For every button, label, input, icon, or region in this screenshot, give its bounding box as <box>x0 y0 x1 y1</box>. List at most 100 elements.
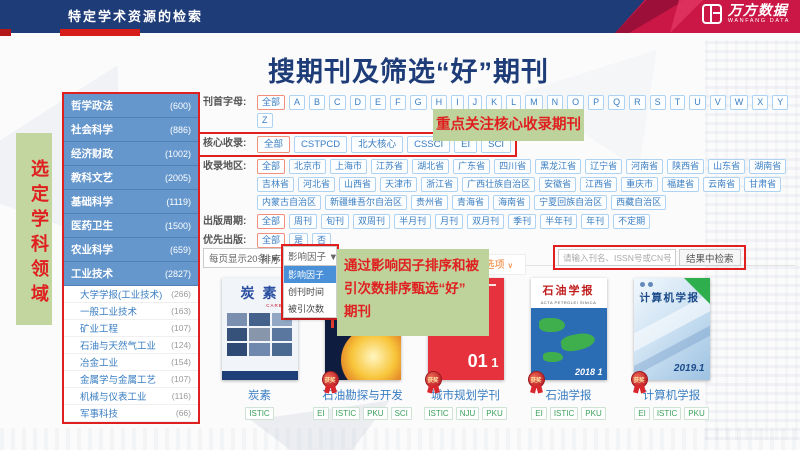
filter-option[interactable]: 天津市 <box>380 177 417 192</box>
sidebar-category[interactable]: 工业技术(2827) <box>64 262 198 286</box>
sidebar-subcategory[interactable]: 军事科技(66) <box>64 405 198 422</box>
sidebar-category[interactable]: 哲学政法(600) <box>64 94 198 118</box>
filter-option[interactable]: K <box>486 95 502 110</box>
filter-option[interactable]: T <box>670 95 686 110</box>
filter-option[interactable]: CSTPCD <box>294 136 347 153</box>
filter-option[interactable]: 北京市 <box>289 159 326 174</box>
sidebar-subcategory[interactable]: 机械与仪表工业(116) <box>64 388 198 405</box>
filter-option[interactable]: E <box>370 95 386 110</box>
filter-option[interactable]: 月刊 <box>435 214 463 229</box>
sort-menu-item[interactable]: 被引次数 <box>284 300 336 317</box>
filter-option[interactable]: 广东省 <box>453 159 490 174</box>
filter-option[interactable]: O <box>567 95 584 110</box>
filter-option[interactable]: J <box>468 95 483 110</box>
sidebar-category[interactable]: 教科文艺(2005) <box>64 166 198 190</box>
filter-option[interactable]: 河南省 <box>626 159 663 174</box>
filter-option[interactable]: 江西省 <box>580 177 617 192</box>
filter-option[interactable]: 宁夏回族自治区 <box>534 195 607 210</box>
filter-option[interactable]: W <box>730 95 749 110</box>
sidebar-category[interactable]: 社会科学(886) <box>64 118 198 142</box>
journal-cover[interactable]: 计算机学报优先2019.1获奖 <box>634 278 710 380</box>
sidebar-subcategory[interactable]: 冶金工业(154) <box>64 354 198 371</box>
filter-option[interactable]: 福建省 <box>662 177 699 192</box>
sidebar-subcategory[interactable]: 大学学报(工业技术)(266) <box>64 286 198 303</box>
filter-option[interactable]: X <box>752 95 768 110</box>
journal-cover[interactable]: 石油学报ACTA PETROLEI SINICA2018 1获奖 <box>531 278 607 380</box>
filter-option[interactable]: C <box>329 95 346 110</box>
filter-option[interactable]: 辽宁省 <box>585 159 622 174</box>
sidebar-subcategory[interactable]: 石油与天然气工业(124) <box>64 337 198 354</box>
sidebar-subcategory[interactable]: 金属学与金属工艺(107) <box>64 371 198 388</box>
journal-card[interactable]: 石油学报ACTA PETROLEI SINICA2018 1获奖石油学报EIIS… <box>517 278 620 420</box>
filter-option[interactable]: Z <box>257 113 273 128</box>
filter-option[interactable]: 湖北省 <box>412 159 449 174</box>
journal-title[interactable]: 石油学报 <box>546 387 592 403</box>
sort-menu-item[interactable]: 创刊时间 <box>284 283 336 300</box>
filter-option[interactable]: 半月刊 <box>394 214 431 229</box>
filter-option[interactable]: 年刊 <box>581 214 609 229</box>
filter-option[interactable]: 吉林省 <box>257 177 294 192</box>
sidebar-category[interactable]: 经济财政(1002) <box>64 142 198 166</box>
sidebar-category[interactable]: 医药卫生(1500) <box>64 214 198 238</box>
sidebar-category[interactable]: 基础科学(1119) <box>64 190 198 214</box>
filter-option[interactable]: L <box>506 95 521 110</box>
journal-title[interactable]: 炭素 <box>248 387 271 403</box>
journal-title[interactable]: 计算机学报 <box>643 387 701 403</box>
filter-option[interactable]: 北大核心 <box>351 136 403 153</box>
filter-option[interactable]: 山西省 <box>339 177 376 192</box>
filter-option[interactable]: P <box>588 95 604 110</box>
filter-option[interactable]: G <box>410 95 427 110</box>
filter-option-selected[interactable]: 全部 <box>257 159 285 174</box>
filter-option[interactable]: 浙江省 <box>421 177 458 192</box>
filter-option[interactable]: 江苏省 <box>371 159 408 174</box>
filter-option[interactable]: 旬刊 <box>321 214 349 229</box>
filter-option[interactable]: 陕西省 <box>667 159 704 174</box>
filter-option[interactable]: 季刊 <box>508 214 536 229</box>
filter-option[interactable]: 甘肃省 <box>744 177 781 192</box>
filter-option[interactable]: 河北省 <box>298 177 335 192</box>
filter-option[interactable]: 贵州省 <box>411 195 448 210</box>
filter-option[interactable]: 不定期 <box>613 214 650 229</box>
filter-option-selected[interactable]: 全部 <box>257 214 285 229</box>
filter-option[interactable]: 湖南省 <box>749 159 786 174</box>
sidebar-subcategory[interactable]: 矿业工程(107) <box>64 320 198 337</box>
filter-option[interactable]: B <box>309 95 325 110</box>
filter-option[interactable]: V <box>710 95 726 110</box>
sidebar-category[interactable]: 农业科学(659) <box>64 238 198 262</box>
sort-menu-item[interactable]: 影响因子 <box>284 266 336 283</box>
journal-title[interactable]: 城市规划学刊 <box>431 387 500 403</box>
filter-option[interactable]: 双周刊 <box>353 214 390 229</box>
filter-option-selected[interactable]: 全部 <box>257 95 285 110</box>
filter-option[interactable]: 周刊 <box>289 214 317 229</box>
filter-option[interactable]: H <box>431 95 448 110</box>
filter-option[interactable]: I <box>451 95 464 110</box>
search-input[interactable] <box>558 249 676 266</box>
filter-option[interactable]: 重庆市 <box>621 177 658 192</box>
filter-option[interactable]: Q <box>608 95 625 110</box>
filter-option[interactable]: 广西壮族自治区 <box>462 177 535 192</box>
filter-option-selected[interactable]: 全部 <box>257 136 290 153</box>
filter-option[interactable]: S <box>650 95 666 110</box>
filter-option[interactable]: 西藏自治区 <box>611 195 666 210</box>
search-in-results-button[interactable]: 结果中检索 <box>679 249 741 266</box>
filter-option[interactable]: F <box>390 95 406 110</box>
sort-dropdown[interactable]: 影响因子 ▼ <box>283 246 337 266</box>
filter-option[interactable]: M <box>525 95 543 110</box>
journal-card[interactable]: 计算机学报优先2019.1获奖计算机学报EIISTICPKU <box>620 278 723 420</box>
filter-option[interactable]: 青海省 <box>452 195 489 210</box>
filter-option[interactable]: U <box>689 95 706 110</box>
filter-option[interactable]: 双月刊 <box>467 214 504 229</box>
filter-option[interactable]: 海南省 <box>493 195 530 210</box>
filter-option[interactable]: D <box>350 95 367 110</box>
filter-option[interactable]: 半年刊 <box>540 214 577 229</box>
sidebar-subcategory[interactable]: 一般工业技术(163) <box>64 303 198 320</box>
filter-option[interactable]: 山东省 <box>708 159 745 174</box>
filter-option[interactable]: 四川省 <box>494 159 531 174</box>
filter-option[interactable]: 新疆维吾尔自治区 <box>325 195 407 210</box>
filter-option[interactable]: 黑龙江省 <box>535 159 581 174</box>
filter-option[interactable]: R <box>629 95 646 110</box>
filter-option[interactable]: 上海市 <box>330 159 367 174</box>
filter-option[interactable]: A <box>289 95 305 110</box>
filter-option[interactable]: 安徽省 <box>539 177 576 192</box>
filter-option[interactable]: N <box>547 95 564 110</box>
